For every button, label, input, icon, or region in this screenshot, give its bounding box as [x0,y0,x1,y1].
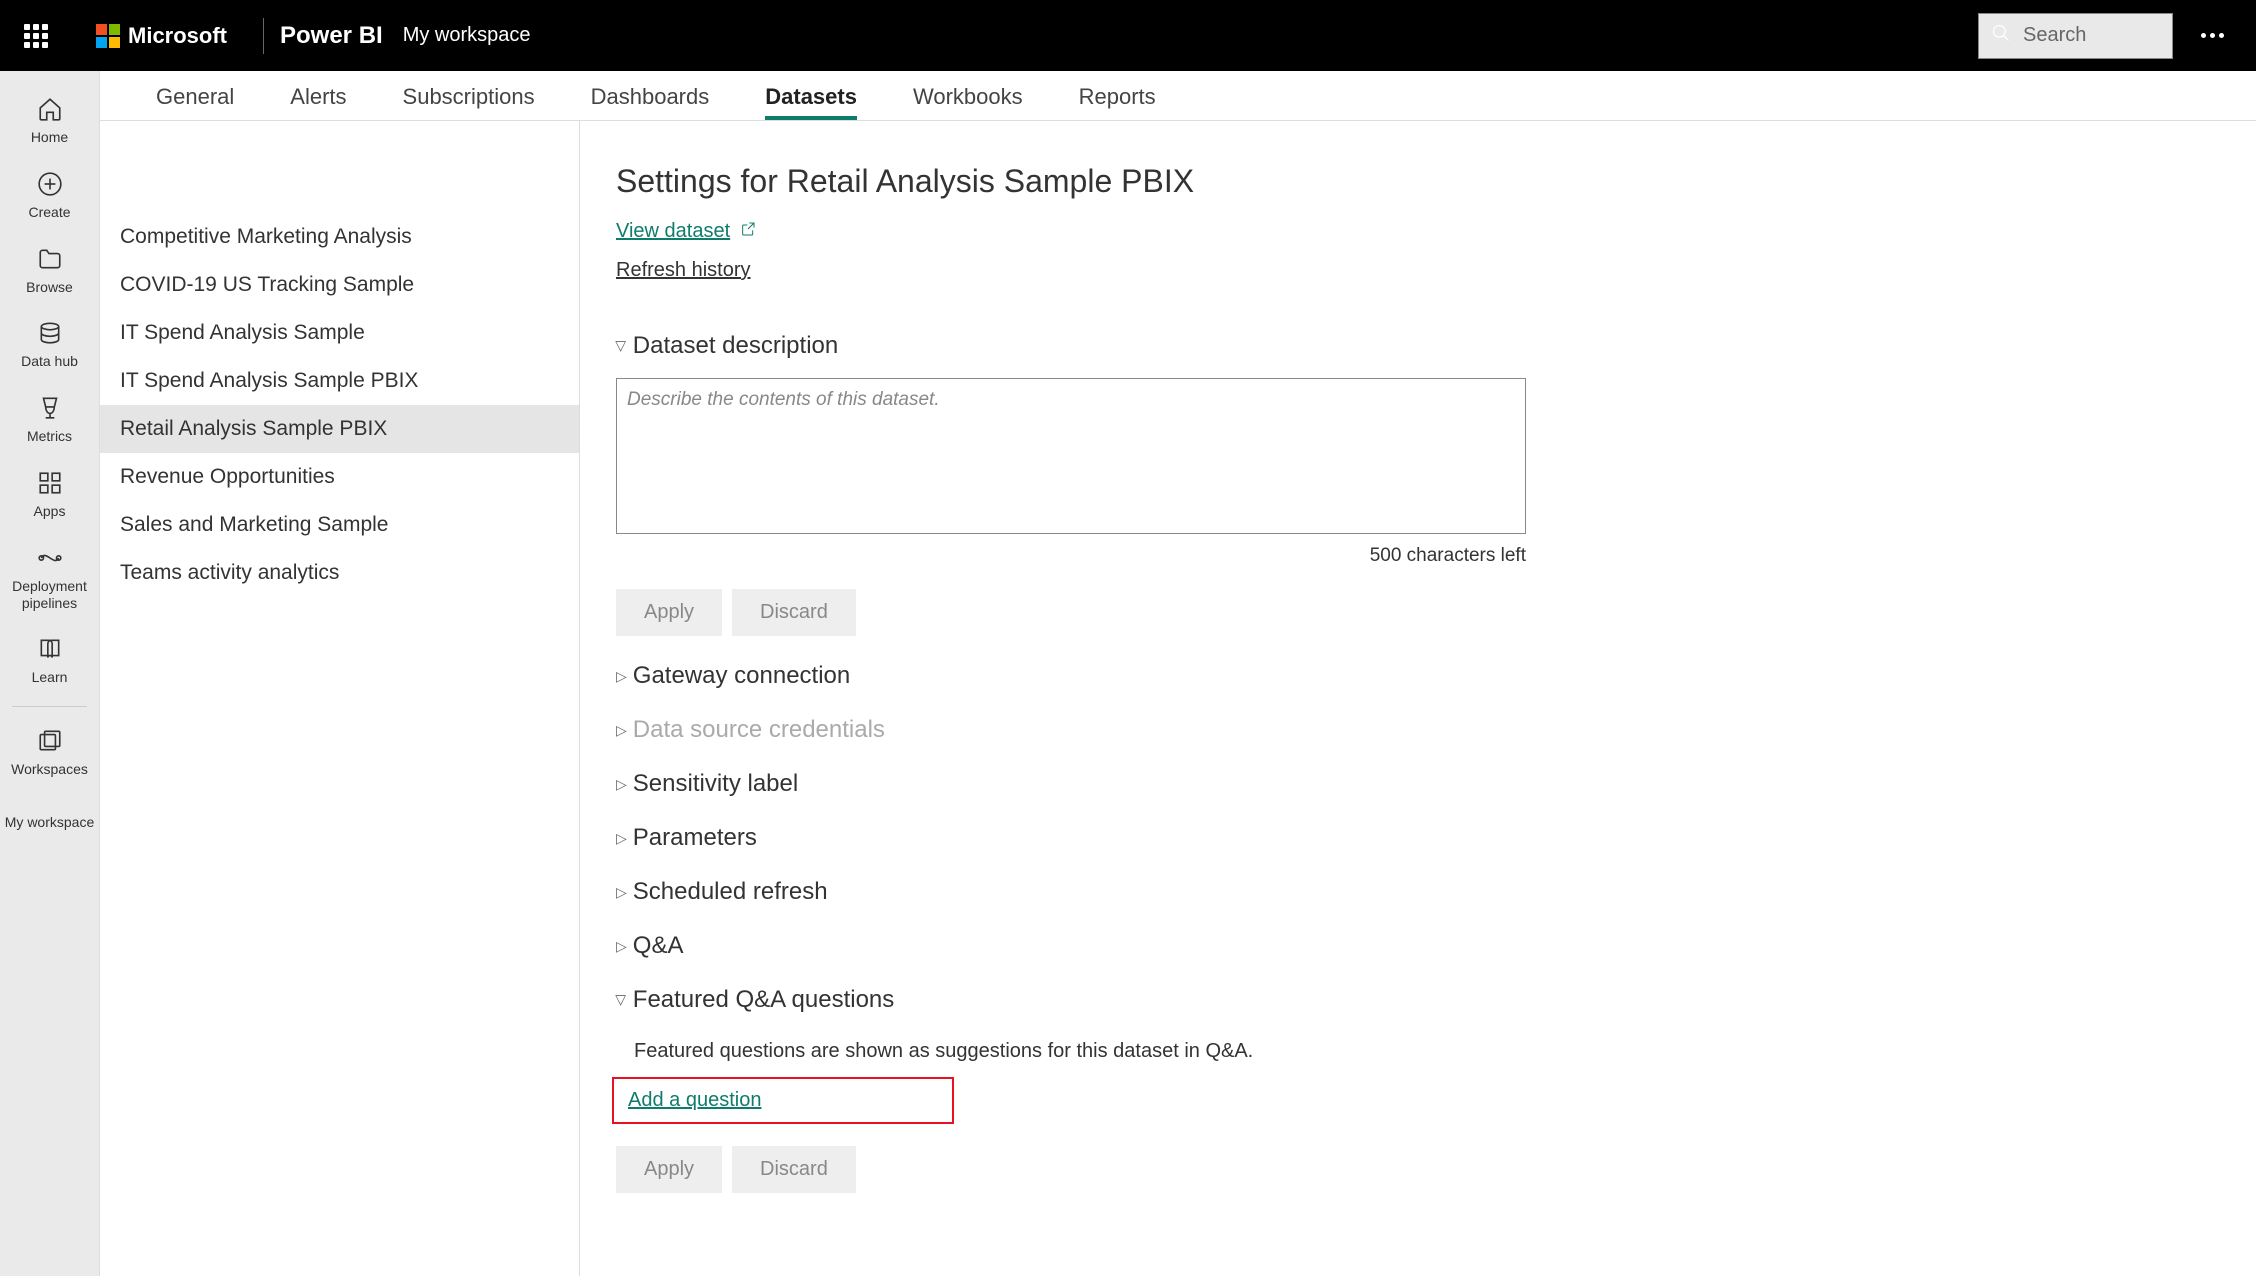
home-icon [36,95,64,123]
nav-learn[interactable]: Learn [0,623,99,698]
dataset-item[interactable]: Teams activity analytics [100,549,579,597]
tab-general[interactable]: General [156,84,234,120]
dataset-item[interactable]: Competitive Marketing Analysis [100,213,579,261]
nav-home[interactable]: Home [0,83,99,158]
view-dataset-link[interactable]: View dataset [616,220,756,243]
apply-button-2[interactable]: Apply [616,1146,722,1193]
external-link-icon [740,220,756,243]
settings-detail: Settings for Retail Analysis Sample PBIX… [580,121,2256,1276]
discard-button[interactable]: Discard [732,589,856,636]
more-options-icon[interactable] [2193,25,2232,46]
dataset-item[interactable]: IT Spend Analysis Sample PBIX [100,357,579,405]
create-icon [36,170,64,198]
tab-datasets[interactable]: Datasets [765,84,857,120]
left-nav: Home Create Browse Data hub Metrics [0,71,100,1276]
tab-subscriptions[interactable]: Subscriptions [403,84,535,120]
learn-icon [36,635,64,663]
caret-right-icon: ▷ [616,830,627,847]
nav-separator [12,706,87,707]
divider [263,18,264,54]
add-question-link[interactable]: Add a question [628,1089,761,1111]
top-bar: Microsoft Power BI My workspace [0,0,2256,71]
tab-dashboards[interactable]: Dashboards [591,84,710,120]
metrics-icon [36,394,64,422]
nav-data-hub[interactable]: Data hub [0,307,99,382]
nav-deployment-pipelines[interactable]: Deployment pipelines [0,532,99,624]
breadcrumb[interactable]: My workspace [403,24,531,47]
microsoft-logo: Microsoft [96,23,227,49]
tab-alerts[interactable]: Alerts [290,84,346,120]
dataset-list: Competitive Marketing Analysis COVID-19 … [100,121,580,1276]
section-featured-qa[interactable]: ▷ Featured Q&A questions [616,986,2220,1014]
workspaces-icon [36,727,64,755]
search-input[interactable] [2023,24,2160,47]
browse-icon [36,245,64,273]
dataset-item-selected[interactable]: Retail Analysis Sample PBIX [100,405,579,453]
nav-apps[interactable]: Apps [0,457,99,532]
section-dataset-description[interactable]: ▷ Dataset description [616,332,2220,360]
refresh-history-link[interactable]: Refresh history [616,259,751,282]
add-question-highlight: Add a question [612,1077,954,1124]
section-scheduled-refresh[interactable]: ▷ Scheduled refresh [616,878,2220,906]
dataset-item[interactable]: Sales and Marketing Sample [100,501,579,549]
dataset-item[interactable]: COVID-19 US Tracking Sample [100,261,579,309]
product-name: Power BI [280,22,383,50]
section-parameters[interactable]: ▷ Parameters [616,824,2220,852]
description-textarea[interactable] [616,378,1526,534]
deployment-pipelines-icon [36,544,64,572]
section-qa[interactable]: ▷ Q&A [616,932,2220,960]
caret-down-icon: ▷ [613,341,630,352]
apps-icon [36,469,64,497]
caret-right-icon: ▷ [616,938,627,955]
tab-bar: General Alerts Subscriptions Dashboards … [100,71,2256,121]
caret-down-icon: ▷ [613,995,630,1006]
char-count: 500 characters left [616,545,1526,567]
app-launcher-icon[interactable] [24,24,48,48]
data-hub-icon [36,319,64,347]
nav-my-workspace[interactable]: My workspace [0,802,99,843]
nav-create[interactable]: Create [0,158,99,233]
section-gateway-connection[interactable]: ▷ Gateway connection [616,662,2220,690]
nav-workspaces[interactable]: Workspaces [0,715,99,790]
caret-right-icon: ▷ [616,776,627,793]
apply-button[interactable]: Apply [616,589,722,636]
featured-qa-description: Featured questions are shown as suggesti… [634,1040,2220,1063]
tab-workbooks[interactable]: Workbooks [913,84,1023,120]
dataset-item[interactable]: IT Spend Analysis Sample [100,309,579,357]
discard-button-2[interactable]: Discard [732,1146,856,1193]
settings-title: Settings for Retail Analysis Sample PBIX [616,163,2220,200]
search-box[interactable] [1978,13,2173,59]
microsoft-logo-icon [96,24,120,48]
dataset-item[interactable]: Revenue Opportunities [100,453,579,501]
caret-right-icon: ▷ [616,668,627,685]
nav-browse[interactable]: Browse [0,233,99,308]
nav-metrics[interactable]: Metrics [0,382,99,457]
microsoft-text: Microsoft [128,23,227,49]
caret-right-icon: ▷ [616,884,627,901]
section-data-source-credentials[interactable]: ▷ Data source credentials [616,716,2220,744]
search-icon [1991,23,2011,48]
section-sensitivity-label[interactable]: ▷ Sensitivity label [616,770,2220,798]
tab-reports[interactable]: Reports [1079,84,1156,120]
caret-right-icon: ▷ [616,722,627,739]
